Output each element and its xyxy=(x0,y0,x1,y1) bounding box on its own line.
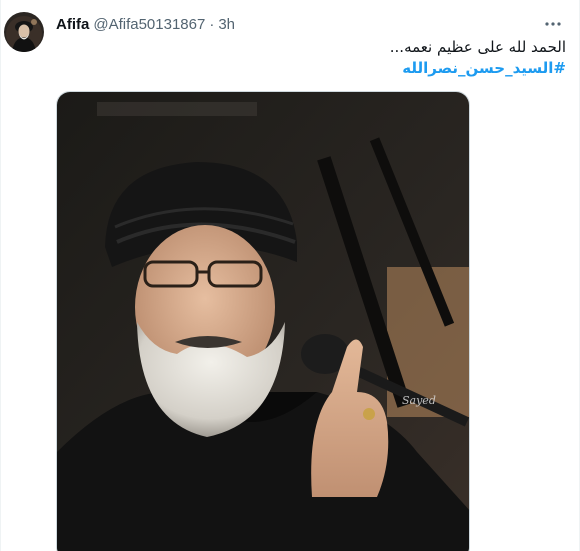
photo-image: Sayed xyxy=(57,92,469,551)
more-options-button[interactable] xyxy=(539,10,567,38)
photo-watermark: Sayed xyxy=(402,394,436,407)
tweet-header: Afifa @Afifa50131867 · 3h xyxy=(56,15,235,35)
avatar-image xyxy=(4,12,44,52)
timestamp[interactable]: 3h xyxy=(218,15,235,35)
tweet-text-line: الحمد لله على عظيم نعمه... xyxy=(389,38,566,56)
user-handle[interactable]: @Afifa50131867 xyxy=(93,15,205,35)
hashtag-link[interactable]: #السيد_حسن_نصرالله xyxy=(66,58,566,79)
tweet-text: الحمد لله على عظيم نعمه... #السيد_حسن_نص… xyxy=(66,37,566,79)
avatar[interactable] xyxy=(4,12,44,52)
tweet-photo[interactable]: Sayed xyxy=(56,91,470,551)
separator-dot: · xyxy=(209,16,215,33)
display-name[interactable]: Afifa xyxy=(56,15,89,35)
more-horizontal-icon xyxy=(545,22,561,26)
tweet-card[interactable]: Afifa @Afifa50131867 · 3h الحمد لله على … xyxy=(0,0,580,551)
